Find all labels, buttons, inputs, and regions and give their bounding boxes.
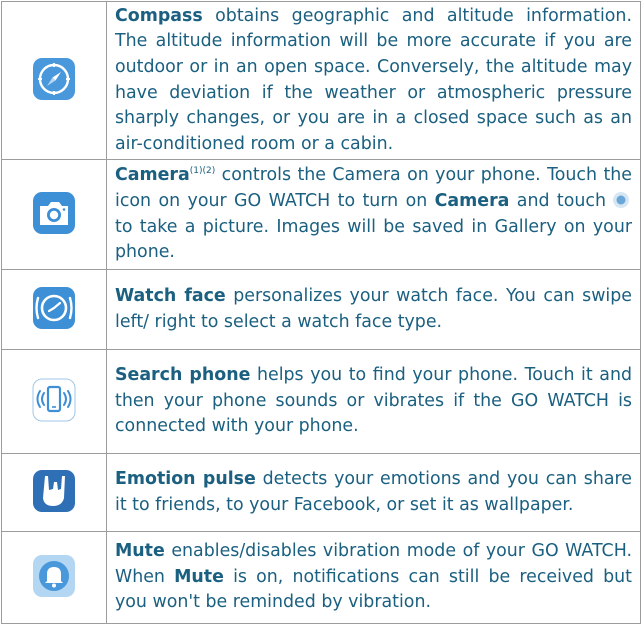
icon-cell bbox=[1, 269, 107, 350]
feature-table: Compass obtains geographic and altitude … bbox=[1, 1, 641, 624]
footnote-marker: (1)(2) bbox=[189, 166, 216, 177]
table-row: Watch face personalizes your watch face.… bbox=[1, 269, 641, 350]
description-cell: Watch face personalizes your watch face.… bbox=[106, 269, 641, 350]
description-cell: Search phone helps you to find your phon… bbox=[106, 349, 641, 454]
table-row: Compass obtains geographic and altitude … bbox=[1, 1, 641, 160]
feature-description: obtains geographic and altitude informat… bbox=[115, 5, 632, 154]
description-cell: Mute enables/disables vibration mode of … bbox=[106, 531, 641, 624]
rock-hand-icon bbox=[32, 469, 76, 513]
feature-title-inline: Mute bbox=[174, 566, 224, 587]
description-cell: Camera(1)(2) controls the Camera on your… bbox=[106, 159, 641, 270]
feature-title: Camera bbox=[115, 165, 190, 186]
feature-title: Compass bbox=[115, 5, 203, 26]
icon-cell bbox=[1, 1, 107, 160]
compass-icon bbox=[32, 57, 76, 101]
search-phone-icon bbox=[32, 378, 76, 422]
shutter-icon bbox=[612, 191, 630, 209]
feature-title: Emotion pulse bbox=[115, 468, 256, 489]
feature-title: Watch face bbox=[115, 285, 226, 306]
feature-description: and touch bbox=[509, 190, 606, 211]
feature-title-inline: Camera bbox=[434, 190, 510, 211]
table-row: Search phone helps you to find your phon… bbox=[1, 349, 641, 454]
table-row: Emotion pulse detects your emotions and … bbox=[1, 453, 641, 532]
table-row: Mute enables/disables vibration mode of … bbox=[1, 531, 641, 624]
icon-cell bbox=[1, 531, 107, 624]
icon-cell bbox=[1, 159, 107, 270]
feature-description: to take a picture. Images will be saved … bbox=[115, 216, 632, 263]
description-cell: Compass obtains geographic and altitude … bbox=[106, 1, 641, 160]
camera-icon bbox=[32, 191, 76, 235]
table-row: Camera(1)(2) controls the Camera on your… bbox=[1, 159, 641, 270]
icon-cell bbox=[1, 453, 107, 532]
feature-title: Search phone bbox=[115, 365, 251, 386]
bell-icon bbox=[32, 554, 76, 598]
description-cell: Emotion pulse detects your emotions and … bbox=[106, 453, 641, 532]
icon-cell bbox=[1, 349, 107, 454]
feature-title: Mute bbox=[115, 541, 165, 562]
watch-face-icon bbox=[32, 286, 76, 330]
